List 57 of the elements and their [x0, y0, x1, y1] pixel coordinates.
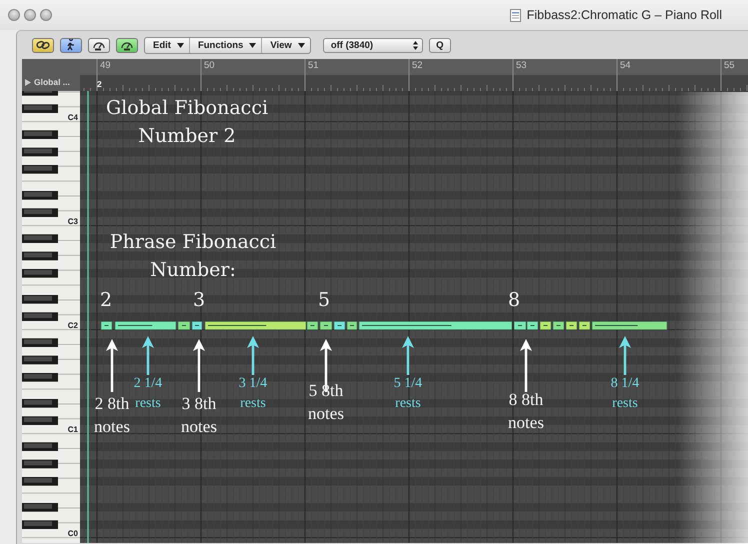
- key-label: C3: [68, 218, 78, 226]
- zoom-button[interactable]: [40, 9, 52, 21]
- midi-in-button[interactable]: [88, 38, 110, 52]
- bar-number: 50: [204, 60, 215, 71]
- window-title: Fibbass2:Chromatic G – Piano Roll: [526, 8, 722, 22]
- global-tracks-toggle[interactable]: Global ...: [22, 77, 70, 87]
- notes-label: 5 8th notes: [307, 380, 345, 425]
- rests-label: 5 1/4 rests: [392, 375, 424, 413]
- notes-label: 8 8th notes: [507, 389, 545, 434]
- bar-number: 54: [620, 60, 631, 71]
- caret-icon: [298, 42, 305, 48]
- menu-button[interactable]: View: [262, 38, 310, 52]
- key-label: C1: [68, 426, 78, 434]
- key-label: C4: [68, 114, 78, 122]
- document-icon: [510, 8, 521, 22]
- quantize-button[interactable]: Q: [428, 38, 451, 52]
- up-arrow: [618, 336, 632, 375]
- stepper-icon: [412, 40, 418, 50]
- phrase-number: 3: [193, 289, 206, 311]
- phrase-number: 5: [318, 289, 330, 311]
- close-button[interactable]: [8, 9, 20, 21]
- up-arrow: [192, 339, 206, 392]
- midi-notes-drawing[interactable]: [100, 321, 668, 330]
- menu-button[interactable]: Edit: [145, 38, 190, 52]
- region-marker: 2: [97, 79, 102, 89]
- bar-number: 55: [724, 60, 735, 71]
- minimize-button[interactable]: [24, 9, 36, 21]
- disclosure-triangle-icon[interactable]: [25, 78, 31, 86]
- midi-out-button[interactable]: [116, 38, 138, 52]
- key-label: C0: [68, 530, 78, 538]
- rests-label: 2 1/4 rests: [132, 375, 164, 413]
- bar-number: 52: [412, 60, 423, 71]
- notes-label: 3 8th notes: [180, 393, 218, 438]
- rests-label: 8 1/4 rests: [610, 375, 640, 413]
- caret-icon: [249, 42, 256, 48]
- bar-number: 49: [100, 60, 111, 71]
- annotation-heading: Global Fibonacci Number 2: [104, 96, 270, 149]
- up-arrow: [105, 339, 119, 392]
- phrase-number: 2: [100, 289, 112, 311]
- link-icon: [36, 39, 50, 51]
- phrase-number: 8: [508, 289, 520, 311]
- annotation-subheading: Phrase Fibonacci Number:: [108, 230, 278, 283]
- bar-number: 51: [308, 60, 319, 71]
- up-arrow: [246, 336, 260, 375]
- quantize-dropdown[interactable]: off (3840): [322, 38, 423, 52]
- menu-button[interactable]: Functions: [190, 38, 262, 52]
- bar-ruler[interactable]: 49 50 51 52 53 54 55 2: [80, 59, 748, 91]
- up-arrow: [141, 336, 155, 375]
- catch-button[interactable]: [60, 38, 82, 52]
- rests-label: 3 1/4 rests: [238, 375, 268, 413]
- bar-number: 53: [516, 60, 527, 71]
- caret-icon: [176, 42, 184, 48]
- piano-keyboard-drawing[interactable]: [22, 91, 80, 543]
- key-label: C2: [68, 322, 78, 330]
- up-arrow: [519, 339, 533, 392]
- up-arrow: [401, 336, 415, 375]
- link-button[interactable]: [32, 38, 54, 52]
